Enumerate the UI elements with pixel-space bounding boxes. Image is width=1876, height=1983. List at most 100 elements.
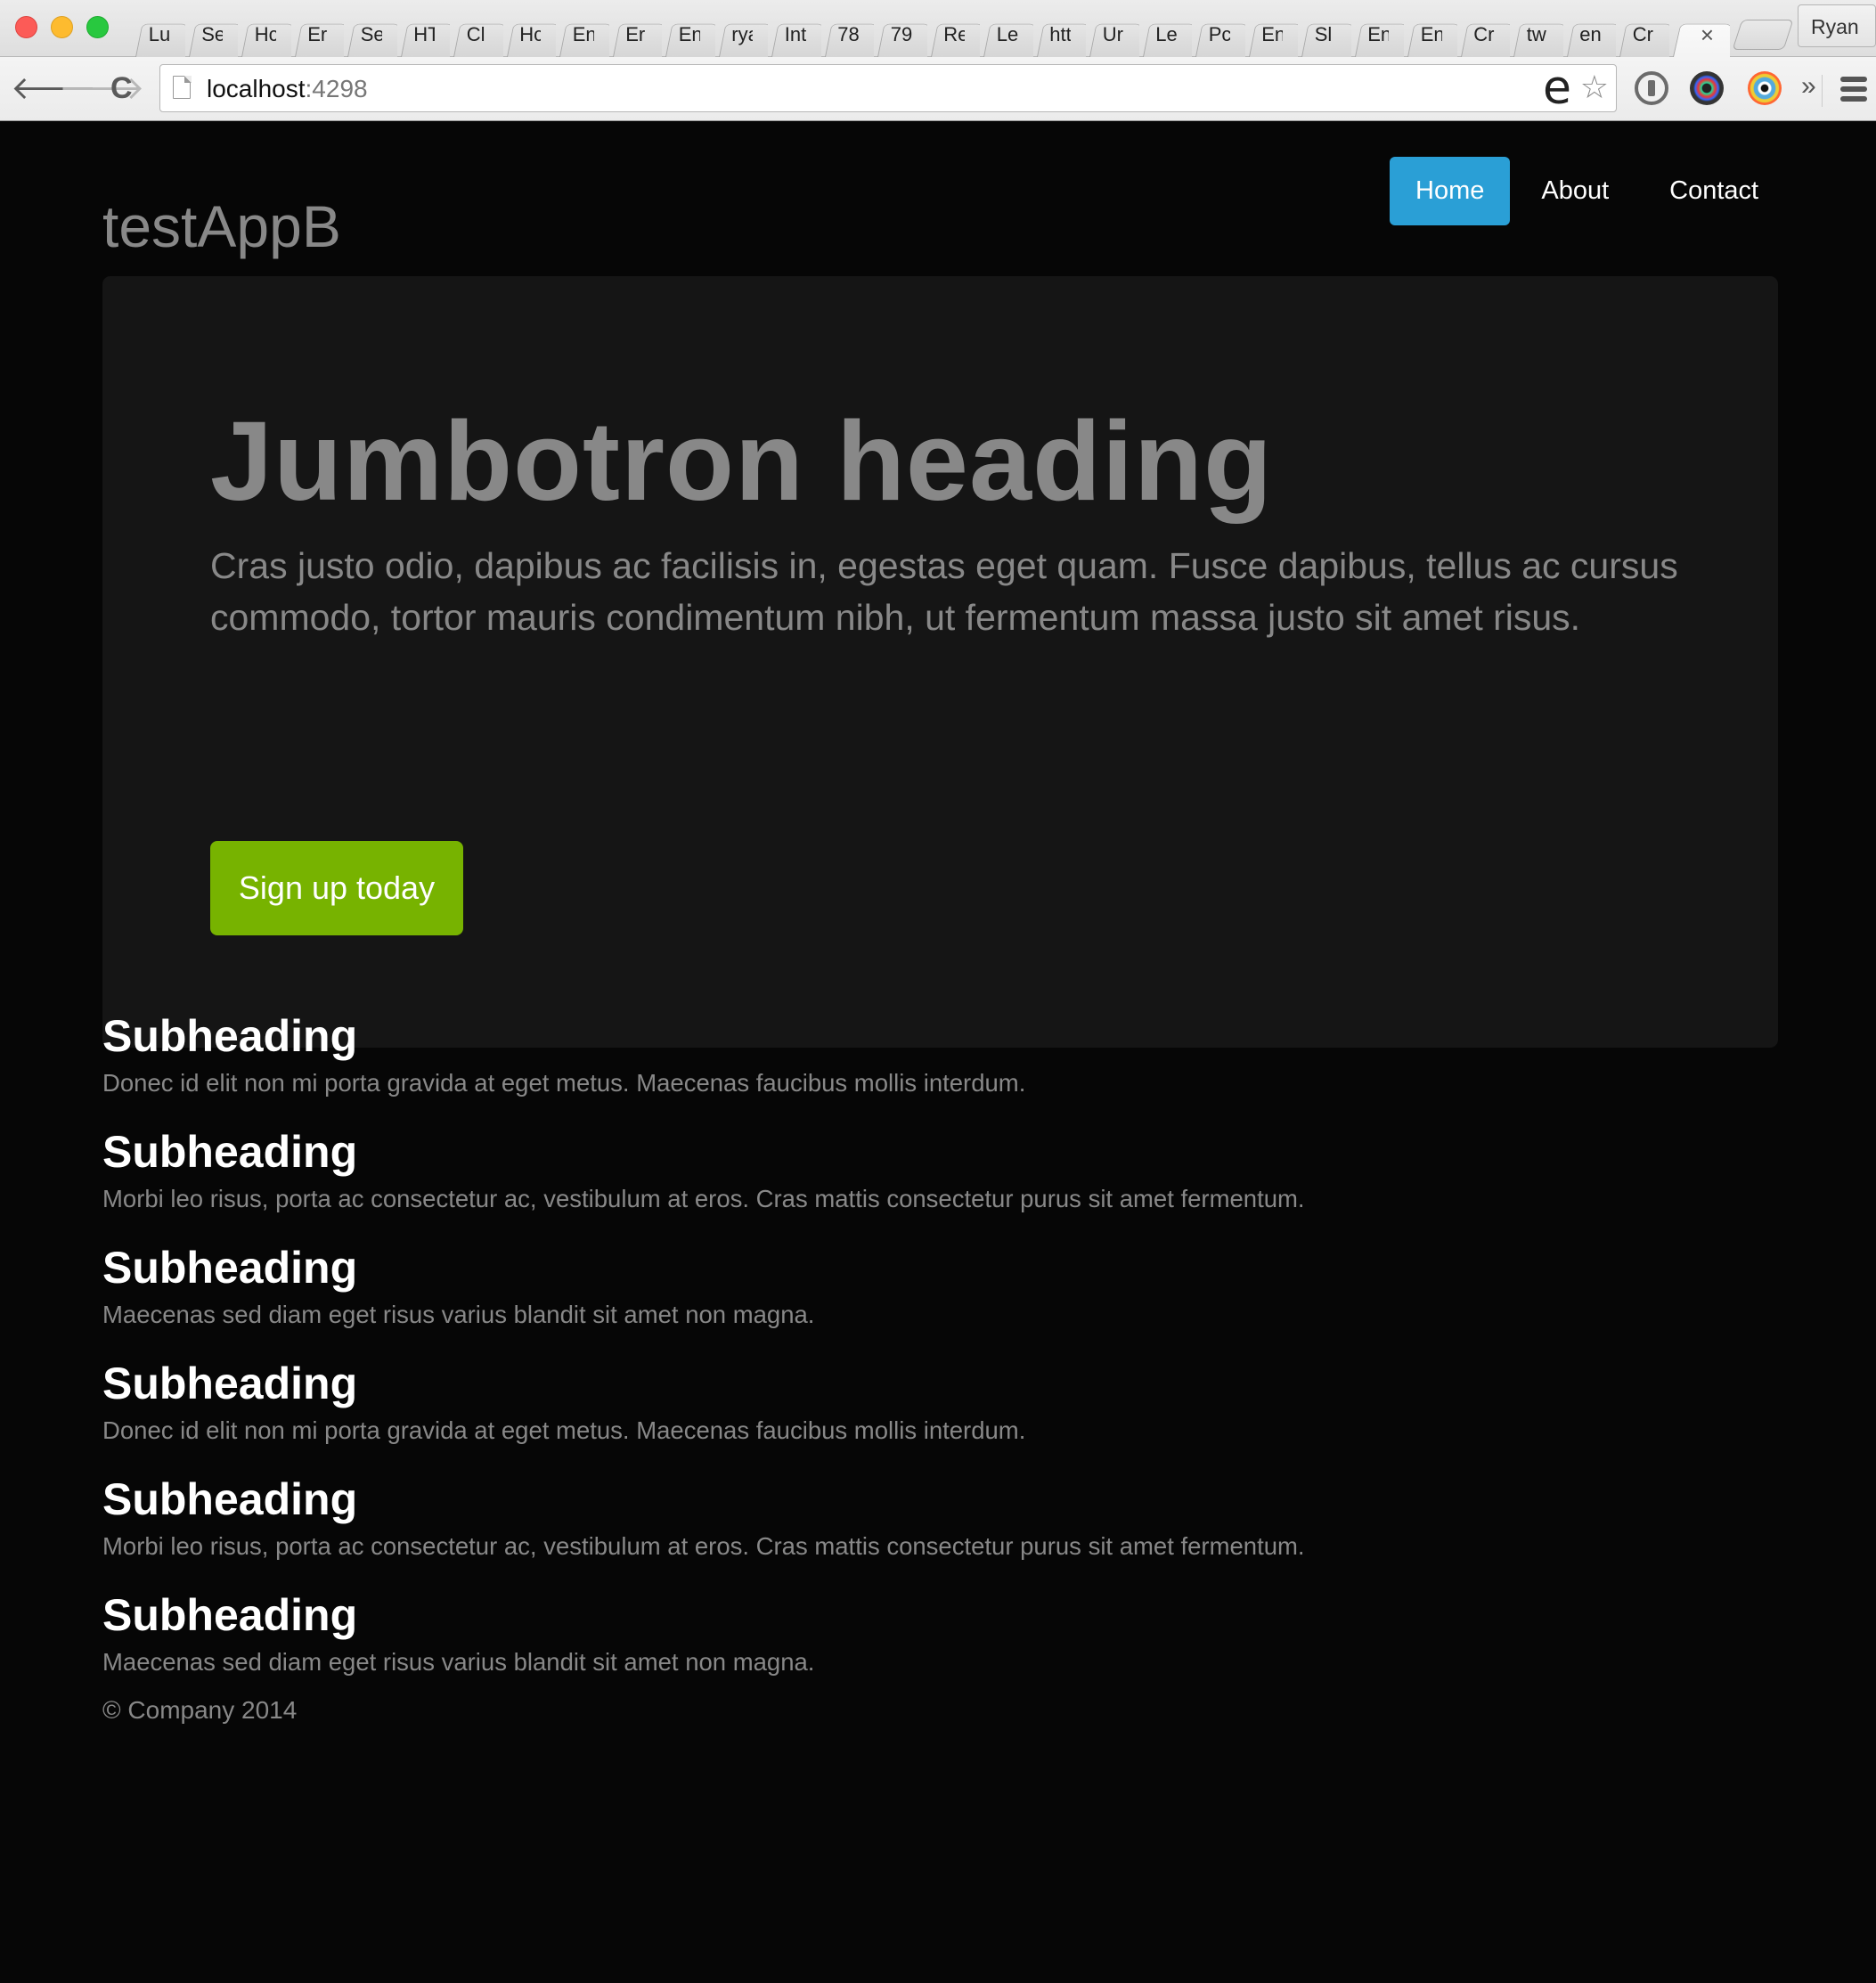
browser-tab[interactable]: Re (927, 12, 981, 57)
url-port: :4298 (305, 75, 368, 102)
content-section: Subheading Maecenas sed diam eget risus v… (102, 1573, 1777, 1689)
browser-tab[interactable]: Hc (238, 12, 291, 57)
tab-title: Le (996, 23, 1018, 45)
zoom-window-button[interactable] (86, 16, 109, 38)
evernote-extension-icon[interactable]: e (1543, 61, 1571, 115)
section-subheading: Subheading (102, 1474, 358, 1524)
browser-tab-active[interactable]: × (1669, 12, 1730, 57)
tab-title: Er (625, 23, 646, 45)
tab-title: Er (307, 23, 328, 45)
browser-tab[interactable]: Cr (1457, 12, 1511, 57)
bookmark-star-icon[interactable]: ☆ (1580, 69, 1609, 106)
tab-title: Cl (466, 23, 485, 45)
jumbotron-lead: Cras justo odio, dapibus ac facilisis in… (210, 545, 1678, 638)
browser-tab[interactable]: htt (1033, 12, 1087, 57)
browser-tab[interactable]: Sl (1298, 12, 1351, 57)
footer-copyright: © Company 2014 (102, 1696, 298, 1724)
content-section: Subheading Maecenas sed diam eget risus v… (102, 1226, 1777, 1342)
browser-tab[interactable]: Er (291, 12, 345, 57)
browser-tab[interactable]: HT (397, 12, 451, 57)
content-section: Subheading Donec id elit non mi porta gra… (102, 1342, 1777, 1457)
tab-title: Hc (254, 23, 276, 45)
browser-tab[interactable]: Int (768, 12, 821, 57)
tab-title: En (572, 23, 594, 45)
section-text: Maecenas sed diam eget risus varius blan… (102, 1301, 815, 1328)
page-icon (173, 75, 192, 99)
minimize-window-button[interactable] (51, 16, 73, 38)
section-text: Morbi leo risus, porta ac consectetur ac… (102, 1185, 1305, 1212)
tab-title: Int (784, 23, 806, 45)
close-tab-icon[interactable]: × (1684, 21, 1714, 49)
close-window-button[interactable] (15, 16, 37, 38)
browser-tab-bar: Lu Se Hc Er Se HT Cl Hc En Er En rya Int 78 79 Re Le htt U… (0, 0, 1876, 57)
tab-title: tw (1526, 23, 1546, 45)
tab-title: Re (943, 23, 966, 45)
tab-title: En (1261, 23, 1284, 45)
reload-icon[interactable]: C (110, 72, 133, 104)
color-picker-extension-icon[interactable] (1748, 71, 1782, 105)
browser-tab[interactable]: En (1245, 12, 1299, 57)
browser-tab[interactable]: 78 (821, 12, 875, 57)
browser-tab[interactable]: En (556, 12, 609, 57)
tab-title: Le (1155, 23, 1178, 45)
tab-title: Hc (519, 23, 542, 45)
tab-title: Cr (1632, 23, 1653, 45)
browser-tab[interactable]: En (1351, 12, 1405, 57)
browser-tab[interactable]: Er (609, 12, 663, 57)
browser-tab[interactable]: Cl (450, 12, 503, 57)
profile-button[interactable]: Ryan (1798, 4, 1876, 47)
marketing-sections: Subheading Donec id elit non mi porta gra… (102, 994, 1777, 1689)
tab-title: En (1420, 23, 1442, 45)
address-bar[interactable]: localhost:4298 e ☆ (159, 61, 1617, 115)
browser-tab[interactable]: Se (344, 12, 397, 57)
password-manager-extension-icon[interactable] (1635, 71, 1668, 105)
nav-home[interactable]: Home (1390, 157, 1511, 225)
browser-tab[interactable]: en (1563, 12, 1617, 57)
tab-title: rya (731, 23, 753, 45)
browser-tab[interactable]: tw (1510, 12, 1563, 57)
section-text: Donec id elit non mi porta gravida at eg… (102, 1069, 1026, 1097)
browser-tab[interactable]: Le (1139, 12, 1193, 57)
tab-title: Sl (1314, 23, 1333, 45)
camera-lens-extension-icon[interactable] (1690, 71, 1724, 105)
browser-tab[interactable]: Hc (503, 12, 557, 57)
url-text[interactable]: localhost:4298 (207, 75, 368, 103)
browser-tab[interactable]: En (662, 12, 715, 57)
tab-title: 79 (890, 23, 912, 45)
hamburger-menu-icon[interactable] (1840, 77, 1867, 102)
section-text: Maecenas sed diam eget risus varius blan… (102, 1648, 815, 1676)
site-brand[interactable]: testAppB (102, 192, 341, 260)
content-section: Subheading Donec id elit non mi porta gra… (102, 994, 1777, 1110)
browser-tab[interactable]: Le (980, 12, 1033, 57)
tab-title: En (1367, 23, 1390, 45)
browser-tab[interactable]: Cr (1616, 12, 1669, 57)
content-section: Subheading Morbi leo risus, porta ac cons… (102, 1457, 1777, 1573)
browser-tab[interactable]: Pc (1192, 12, 1245, 57)
nav-contact[interactable]: Contact (1644, 157, 1784, 225)
browser-tab[interactable]: 79 (874, 12, 927, 57)
sign-up-button[interactable]: Sign up today (210, 841, 463, 935)
tab-title: en (1579, 23, 1602, 45)
url-host: localhost (207, 75, 306, 102)
browser-tab[interactable]: Se (185, 12, 239, 57)
section-subheading: Subheading (102, 1011, 358, 1061)
tab-title: htt (1049, 23, 1072, 45)
section-text: Donec id elit non mi porta gravida at eg… (102, 1416, 1026, 1444)
nav-about[interactable]: About (1515, 157, 1635, 225)
browser-toolbar: 🡐 🡒 C localhost:4298 e ☆ » (0, 57, 1876, 121)
browser-tab[interactable]: rya (715, 12, 769, 57)
tab-title: 78 (837, 23, 860, 45)
toolbar-divider (1822, 75, 1823, 107)
browser-tab[interactable]: En (1404, 12, 1457, 57)
page-content: testAppB Home About Contact Jumbotron he… (0, 121, 1876, 1983)
browser-tab[interactable]: Lu (132, 12, 185, 57)
tab-title: Pc (1208, 23, 1230, 45)
jumbotron: Jumbotron heading Cras justo odio, dapib… (102, 276, 1778, 1048)
tab-title: Se (360, 23, 382, 45)
jumbotron-heading: Jumbotron heading (210, 398, 1273, 524)
browser-tab[interactable]: Ur (1086, 12, 1139, 57)
extensions-overflow-icon[interactable]: » (1801, 71, 1816, 102)
tab-title: Se (201, 23, 224, 45)
section-subheading: Subheading (102, 1359, 358, 1408)
new-tab-button[interactable] (1732, 20, 1794, 50)
